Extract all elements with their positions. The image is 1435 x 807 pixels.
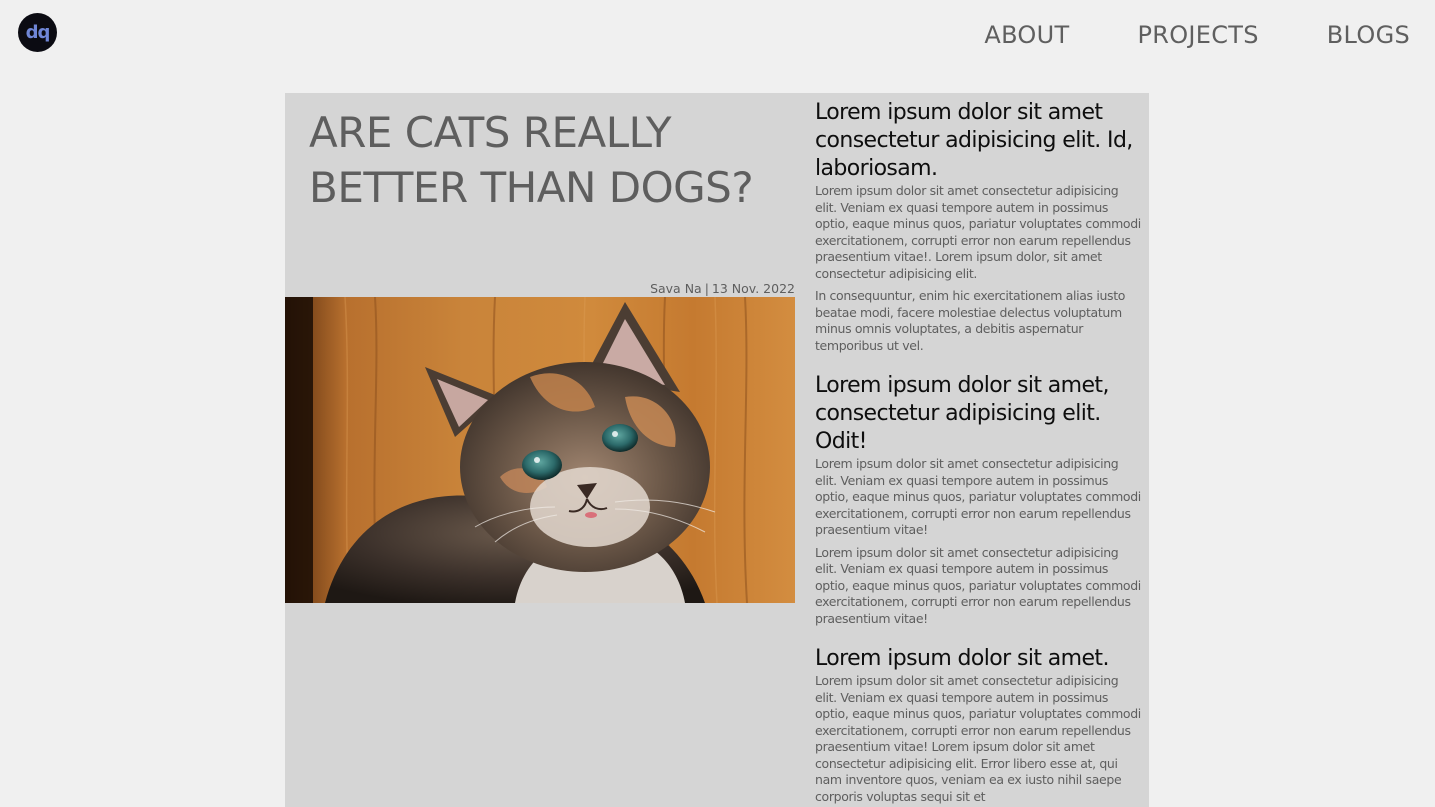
byline-separator: |: [704, 281, 709, 296]
section-paragraph: Lorem ipsum dolor sit amet consectetur a…: [815, 544, 1141, 626]
article-section: Lorem ipsum dolor sit amet consectetur a…: [815, 99, 1141, 354]
article-date: 13 Nov. 2022: [711, 281, 795, 296]
article-hero: ARE CATS REALLY BETTER THAN DOGS? Sava N…: [285, 93, 795, 807]
section-heading: Lorem ipsum dolor sit amet.: [815, 646, 1109, 671]
nav-link-about[interactable]: ABOUT: [984, 20, 1069, 50]
nav-link-projects[interactable]: PROJECTS: [1137, 20, 1258, 50]
section-paragraph: Lorem ipsum dolor sit amet consectetur a…: [815, 456, 1141, 537]
section-paragraph: In consequuntur, enim hic exercitationem…: [815, 288, 1126, 353]
article-section: Lorem ipsum dolor sit amet. Lorem ipsum …: [815, 645, 1141, 805]
section-paragraph: Lorem ipsum dolor sit amet consectetur a…: [815, 673, 1141, 804]
article-title: ARE CATS REALLY BETTER THAN DOGS?: [309, 108, 754, 212]
article-section: Lorem ipsum dolor sit amet, consectetur …: [815, 372, 1141, 627]
article-byline: Sava Na | 13 Nov. 2022: [650, 281, 795, 297]
article-body: Lorem ipsum dolor sit amet consectetur a…: [815, 99, 1141, 807]
logo-text: dq: [25, 21, 51, 43]
nav-link-blogs[interactable]: BLOGS: [1327, 20, 1410, 50]
site-logo[interactable]: dq: [18, 13, 57, 52]
site-header: dq ABOUT PROJECTS BLOGS: [0, 0, 1435, 70]
section-paragraph: Lorem ipsum dolor sit amet consectetur a…: [815, 183, 1141, 281]
article-author: Sava Na: [650, 281, 702, 296]
kitten-photo-illustration: [285, 297, 795, 603]
article-image: [285, 297, 795, 603]
main-nav: ABOUT PROJECTS BLOGS: [984, 20, 1410, 50]
section-heading: Lorem ipsum dolor sit amet, consectetur …: [815, 373, 1109, 454]
article-panel: ARE CATS REALLY BETTER THAN DOGS? Sava N…: [285, 93, 1149, 807]
section-heading: Lorem ipsum dolor sit amet consectetur a…: [815, 100, 1133, 181]
